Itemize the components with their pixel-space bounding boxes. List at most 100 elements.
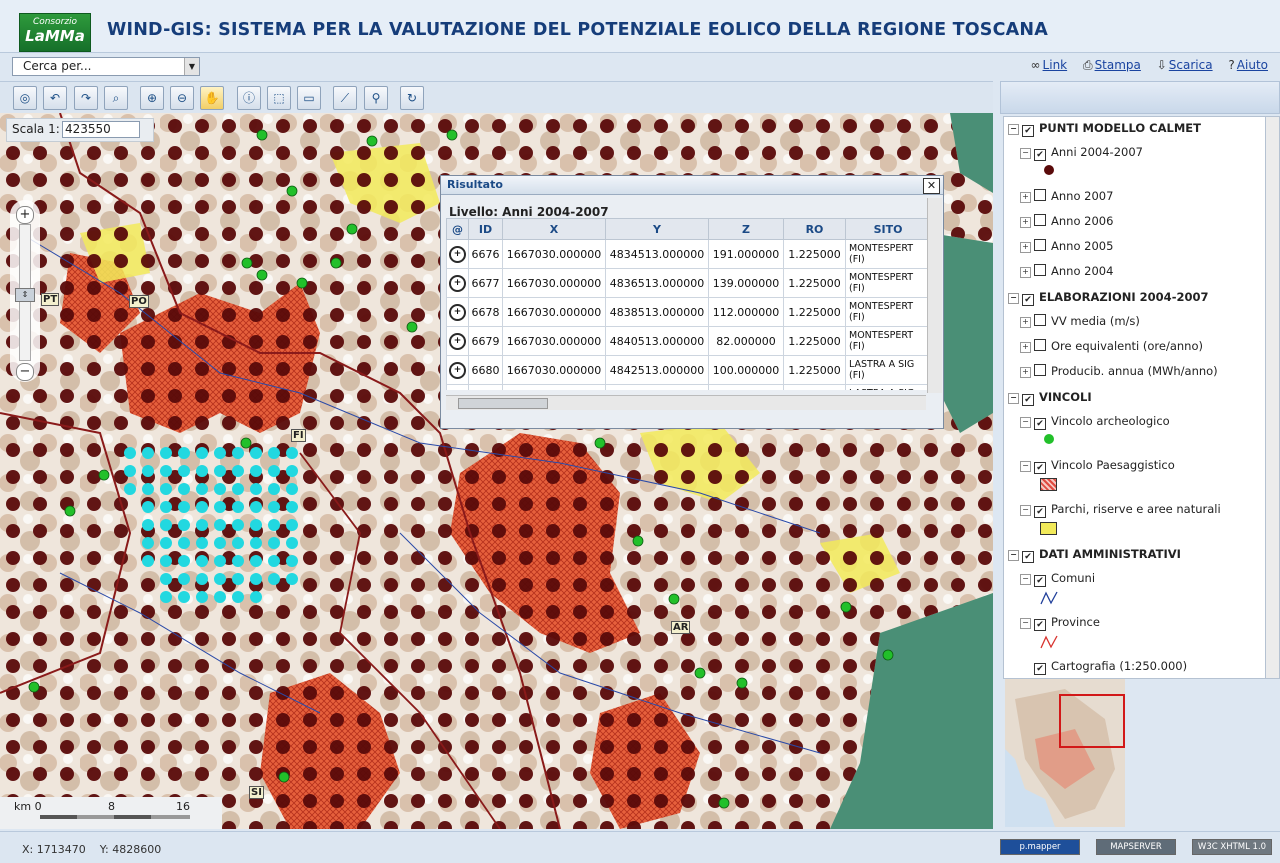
result-column-header[interactable]: RO bbox=[783, 218, 846, 240]
identify-button[interactable]: ⓘ bbox=[237, 86, 261, 110]
overview-map[interactable] bbox=[1005, 679, 1125, 827]
collapse-expand-icon[interactable]: + bbox=[1020, 217, 1031, 228]
zoom-plus-icon[interactable]: + bbox=[16, 206, 34, 224]
help-button[interactable]: ? Aiuto bbox=[1228, 58, 1268, 72]
layer-checkbox[interactable]: ✔ bbox=[1034, 149, 1046, 161]
reload-button[interactable]: ↻ bbox=[400, 86, 424, 110]
zoom-out-button[interactable]: ⊖ bbox=[170, 86, 194, 110]
layer-checkbox[interactable] bbox=[1034, 214, 1046, 226]
layer-checkbox[interactable] bbox=[1034, 239, 1046, 251]
zoom-forward-button[interactable]: ↷ bbox=[74, 86, 98, 110]
collapse-expand-icon[interactable]: + bbox=[1020, 192, 1031, 203]
zoom-to-feature-icon[interactable]: + bbox=[446, 268, 469, 298]
result-column-header[interactable]: Y bbox=[605, 218, 709, 240]
measure-button[interactable]: ⟋ bbox=[333, 86, 357, 110]
scale-input[interactable]: 423550 bbox=[62, 121, 140, 138]
layer-checkbox[interactable]: ✔ bbox=[1022, 125, 1034, 137]
layer-item[interactable]: − ✔ Comuni bbox=[1020, 571, 1095, 587]
layer-item[interactable]: + Producib. annua (MWh/anno) bbox=[1020, 364, 1218, 378]
collapse-expand-icon[interactable]: + bbox=[1020, 342, 1031, 353]
collapse-expand-icon[interactable]: + bbox=[1020, 317, 1031, 328]
zoom-to-feature-icon[interactable]: + bbox=[446, 239, 469, 269]
layer-checkbox[interactable]: ✔ bbox=[1034, 619, 1046, 631]
layer-item[interactable]: + Anno 2007 bbox=[1020, 189, 1113, 203]
layer-checkbox[interactable]: ✔ bbox=[1034, 462, 1046, 474]
search-select[interactable]: Cerca per... ▼ bbox=[12, 57, 200, 76]
zoom-full-extent-button[interactable]: ◎ bbox=[13, 86, 37, 110]
collapse-expand-icon[interactable]: − bbox=[1008, 293, 1019, 304]
layer-group[interactable]: − ✔ DATI AMMINISTRATIVI bbox=[1008, 547, 1181, 563]
layer-item[interactable]: −✔Cartografia (1:250.000) bbox=[1020, 659, 1187, 675]
layer-tree-scrollbar[interactable] bbox=[1265, 116, 1280, 679]
layer-checkbox[interactable]: ✔ bbox=[1034, 418, 1046, 430]
mapserver-badge[interactable]: MAPSERVER bbox=[1096, 839, 1176, 855]
layer-group[interactable]: − ✔ ELABORAZIONI 2004-2007 bbox=[1008, 290, 1208, 306]
collapse-expand-icon[interactable]: − bbox=[1008, 393, 1019, 404]
zoom-in-button[interactable]: ⊕ bbox=[140, 86, 164, 110]
collapse-expand-icon[interactable]: − bbox=[1008, 124, 1019, 135]
print-button[interactable]: ⎙ Stampa bbox=[1083, 58, 1141, 72]
result-column-header[interactable]: @ bbox=[446, 218, 469, 240]
download-button[interactable]: ⇩ Scarica bbox=[1157, 58, 1213, 72]
layer-item[interactable]: − ✔ Anni 2004-2007 bbox=[1020, 145, 1143, 161]
layer-item[interactable]: + VV media (m/s) bbox=[1020, 314, 1140, 328]
tree-line-icon[interactable]: − bbox=[1020, 618, 1031, 629]
tree-line-icon[interactable]: − bbox=[1020, 574, 1031, 585]
poi-button[interactable]: ⚲ bbox=[364, 86, 388, 110]
zoom-minus-icon[interactable]: − bbox=[16, 363, 34, 381]
chevron-down-icon[interactable]: ▼ bbox=[184, 58, 199, 75]
collapse-expand-icon[interactable]: + bbox=[1020, 367, 1031, 378]
layer-item[interactable]: − ✔ Parchi, riserve e aree naturali bbox=[1020, 502, 1221, 518]
select-button[interactable]: ⬚ bbox=[267, 86, 291, 110]
collapse-expand-icon[interactable]: − bbox=[1020, 417, 1031, 428]
pan-button[interactable]: ✋ bbox=[200, 86, 224, 110]
layer-group[interactable]: − ✔ VINCOLI bbox=[1008, 390, 1092, 406]
zoom-to-feature-icon[interactable]: + bbox=[446, 297, 469, 327]
result-vertical-scrollbar[interactable] bbox=[927, 198, 942, 393]
collapse-expand-icon[interactable]: − bbox=[1020, 461, 1031, 472]
collapse-expand-icon[interactable]: − bbox=[1008, 550, 1019, 561]
zoom-slider[interactable]: + ⇕ − bbox=[10, 200, 40, 382]
result-window-title[interactable]: Risultato bbox=[441, 176, 943, 195]
layer-item[interactable]: − ✔ Province bbox=[1020, 615, 1100, 631]
close-icon[interactable]: ✕ bbox=[923, 178, 940, 194]
tooltip-button[interactable]: ▭ bbox=[297, 86, 321, 110]
layer-item[interactable]: + Ore equivalenti (ore/anno) bbox=[1020, 339, 1203, 353]
layer-checkbox[interactable] bbox=[1034, 364, 1046, 376]
layer-checkbox[interactable] bbox=[1034, 339, 1046, 351]
layer-checkbox[interactable]: ✔ bbox=[1022, 551, 1034, 563]
layer-checkbox[interactable]: ✔ bbox=[1022, 394, 1034, 406]
zoom-select-button[interactable]: ⌕ bbox=[104, 86, 128, 110]
result-hscroll-thumb[interactable] bbox=[458, 398, 548, 409]
layer-item[interactable]: + Anno 2006 bbox=[1020, 214, 1113, 228]
result-column-header[interactable]: Z bbox=[708, 218, 784, 240]
result-column-header[interactable]: SITO bbox=[845, 218, 928, 240]
zoom-to-feature-icon[interactable]: + bbox=[446, 355, 469, 385]
pmapper-badge[interactable]: p.mapper bbox=[1000, 839, 1080, 855]
layer-item[interactable]: + Anno 2005 bbox=[1020, 239, 1113, 253]
result-column-header[interactable]: ID bbox=[468, 218, 503, 240]
result-horizontal-scrollbar[interactable] bbox=[446, 395, 926, 410]
zoom-back-button[interactable]: ↶ bbox=[43, 86, 67, 110]
layer-checkbox[interactable]: ✔ bbox=[1034, 663, 1046, 675]
collapse-expand-icon[interactable]: + bbox=[1020, 242, 1031, 253]
collapse-expand-icon[interactable]: − bbox=[1020, 148, 1031, 159]
layer-checkbox[interactable] bbox=[1034, 314, 1046, 326]
layer-checkbox[interactable]: ✔ bbox=[1034, 575, 1046, 587]
layer-item[interactable]: − ✔ Vincolo Paesaggistico bbox=[1020, 458, 1175, 474]
zoom-slider-handle[interactable]: ⇕ bbox=[15, 288, 35, 302]
layer-item[interactable]: + Anno 2004 bbox=[1020, 264, 1113, 278]
layer-checkbox[interactable]: ✔ bbox=[1034, 506, 1046, 518]
lamma-logo[interactable]: Consorzio LaMMa bbox=[19, 13, 91, 52]
layer-checkbox[interactable] bbox=[1034, 189, 1046, 201]
zoom-to-feature-icon[interactable]: + bbox=[446, 326, 469, 356]
layer-group[interactable]: − ✔ PUNTI MODELLO CALMET bbox=[1008, 121, 1201, 137]
layer-checkbox[interactable] bbox=[1034, 264, 1046, 276]
link-button[interactable]: ∞ Link bbox=[1031, 58, 1068, 72]
collapse-expand-icon[interactable]: − bbox=[1020, 505, 1031, 516]
zoom-to-feature-icon[interactable]: + bbox=[446, 384, 469, 390]
layer-item[interactable]: − ✔ Vincolo archeologico bbox=[1020, 414, 1170, 430]
layer-checkbox[interactable]: ✔ bbox=[1022, 294, 1034, 306]
result-column-header[interactable]: X bbox=[502, 218, 606, 240]
collapse-expand-icon[interactable]: + bbox=[1020, 267, 1031, 278]
